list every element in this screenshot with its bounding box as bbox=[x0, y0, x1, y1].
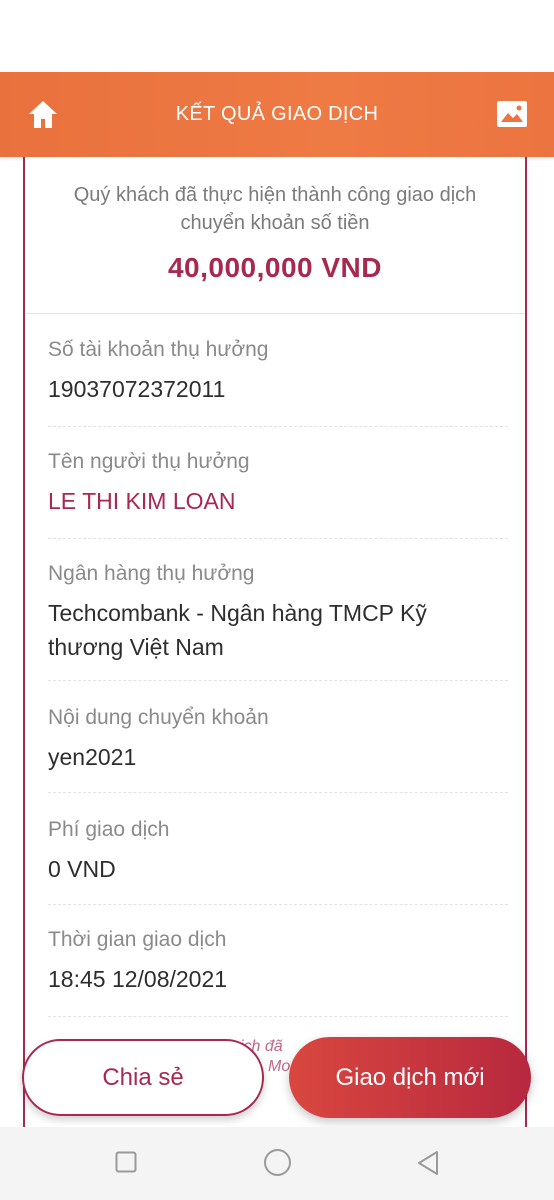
transaction-summary: Quý khách đã thực hiện thành công giao d… bbox=[25, 157, 525, 314]
back-icon[interactable] bbox=[415, 1149, 441, 1177]
detail-transaction-fee: Phí giao dịch 0 VND bbox=[48, 792, 508, 905]
detail-beneficiary-bank: Ngân hàng thụ hưởng Techcombank - Ngân h… bbox=[48, 538, 508, 681]
detail-account-number: Số tài khoản thụ hưởng 19037072372011 bbox=[48, 314, 508, 427]
detail-value: LE THI KIM LOAN bbox=[48, 488, 236, 514]
detail-transfer-content: Nội dung chuyển khoản yen2021 bbox=[48, 680, 508, 793]
detail-value: 18:45 12/08/2021 bbox=[48, 966, 228, 992]
system-navigation-bar bbox=[0, 1127, 554, 1200]
image-icon bbox=[497, 101, 527, 127]
new-transaction-button[interactable]: Giao dịch mới bbox=[289, 1037, 531, 1118]
detail-label: Tên người thụ hưởng bbox=[48, 450, 250, 473]
transfer-amount: 40,000,000 VND bbox=[167, 252, 383, 283]
detail-label: Phí giao dịch bbox=[48, 818, 170, 841]
app-header: KẾT QUẢ GIAO DỊCH bbox=[0, 72, 554, 157]
page-title: KẾT QUẢ GIAO DỊCH bbox=[175, 103, 379, 125]
detail-label: Thời gian giao dịch bbox=[48, 928, 227, 951]
home-button[interactable] bbox=[26, 98, 60, 132]
detail-value: yen2021 bbox=[48, 744, 137, 770]
detail-value: Techcombank - Ngân hàng TMCP Kỹ thương V… bbox=[48, 600, 427, 660]
transaction-result-card: Quý khách đã thực hiện thành công giao d… bbox=[23, 157, 527, 1129]
detail-transaction-time: Thời gian giao dịch 18:45 12/08/2021 bbox=[48, 904, 508, 1017]
detail-label: Nội dung chuyển khoản bbox=[48, 706, 269, 729]
success-message: Quý khách đã thực hiện thành công giao d… bbox=[73, 184, 477, 234]
status-bar bbox=[0, 0, 554, 72]
home-icon bbox=[29, 101, 57, 128]
share-button[interactable]: Chia sẻ bbox=[22, 1039, 264, 1116]
detail-label: Ngân hàng thụ hưởng bbox=[48, 562, 255, 585]
recent-apps-icon[interactable] bbox=[115, 1151, 137, 1173]
save-image-button[interactable] bbox=[496, 100, 528, 128]
home-nav-icon[interactable] bbox=[263, 1148, 292, 1177]
detail-label: Số tài khoản thụ hưởng bbox=[48, 338, 269, 361]
detail-value: 19037072372011 bbox=[48, 376, 226, 402]
detail-beneficiary-name: Tên người thụ hưởng LE THI KIM LOAN bbox=[48, 426, 508, 539]
detail-value: 0 VND bbox=[48, 856, 116, 882]
